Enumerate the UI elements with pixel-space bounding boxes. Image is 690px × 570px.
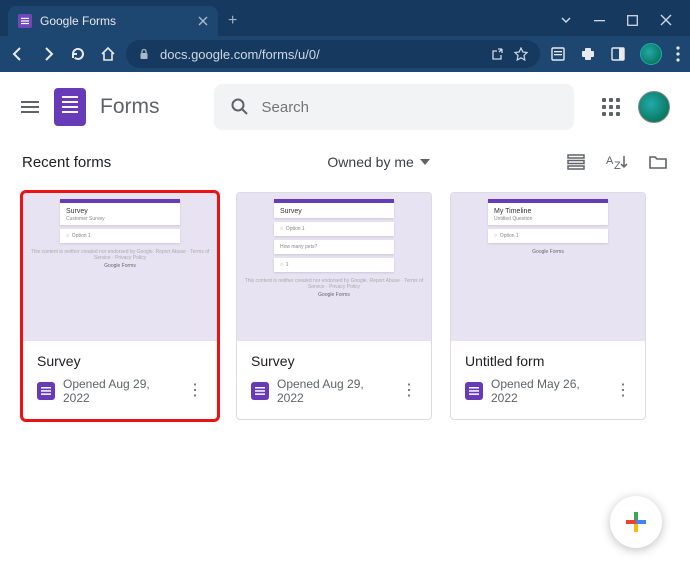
back-button[interactable] (10, 46, 26, 62)
card-menu-icon[interactable]: ⋮ (187, 384, 203, 398)
window-controls (560, 14, 690, 36)
profile-avatar[interactable] (640, 43, 662, 65)
share-icon[interactable] (490, 47, 504, 61)
close-window-icon[interactable] (660, 14, 672, 26)
maximize-icon[interactable] (627, 15, 638, 26)
browser-tab[interactable]: Google Forms (8, 6, 218, 36)
recent-forms-title: Recent forms (22, 154, 111, 171)
opened-date: Opened Aug 29, 2022 (277, 377, 393, 405)
app-header: Forms (0, 72, 690, 142)
forms-badge-icon (465, 382, 483, 400)
list-view-icon[interactable] (566, 152, 586, 172)
sort-icon[interactable]: AZ (606, 152, 628, 172)
folder-icon[interactable] (648, 152, 668, 172)
reader-icon[interactable] (550, 46, 566, 62)
forms-logo-icon (54, 88, 86, 126)
create-form-button[interactable] (610, 496, 662, 548)
form-title: Survey (251, 353, 417, 369)
card-menu-icon[interactable]: ⋮ (401, 384, 417, 398)
sidepanel-icon[interactable] (610, 46, 626, 62)
forms-favicon (18, 14, 32, 28)
svg-text:Z: Z (614, 160, 621, 172)
form-card[interactable]: My TimelineUntitled Question ○ Option 1 … (450, 192, 646, 420)
search-input[interactable] (262, 99, 558, 116)
card-menu-icon[interactable]: ⋮ (615, 384, 631, 398)
tab-title: Google Forms (40, 14, 116, 28)
chevron-down-icon[interactable] (560, 14, 572, 26)
owner-filter[interactable]: Owned by me (247, 154, 429, 170)
app-title: Forms (100, 95, 160, 119)
search-icon (230, 97, 250, 117)
menu-button[interactable] (20, 97, 40, 117)
home-button[interactable] (100, 46, 116, 62)
tab-close-icon[interactable] (198, 16, 208, 26)
owner-filter-label: Owned by me (327, 154, 413, 170)
search-bar[interactable] (214, 84, 574, 130)
reload-button[interactable] (70, 46, 86, 62)
recent-bar: Recent forms Owned by me AZ (0, 142, 690, 184)
address-bar[interactable]: docs.google.com/forms/u/0/ (126, 40, 540, 68)
form-card[interactable]: Survey ○ Option 1 How many pets? ○ 1 Thi… (236, 192, 432, 420)
forms-grid: SurveyCustomer Survey ○ Option 1 This co… (0, 184, 690, 428)
form-thumbnail: SurveyCustomer Survey ○ Option 1 This co… (23, 193, 217, 341)
minimize-icon[interactable] (594, 15, 605, 26)
extensions-icon[interactable] (580, 46, 596, 62)
svg-text:A: A (606, 155, 614, 167)
form-title: Survey (37, 353, 203, 369)
google-apps-icon[interactable] (602, 98, 620, 116)
forms-badge-icon (37, 382, 55, 400)
form-title: Untitled form (465, 353, 631, 369)
new-tab-button[interactable]: + (228, 12, 237, 36)
opened-date: Opened May 26, 2022 (491, 377, 607, 405)
url-text: docs.google.com/forms/u/0/ (160, 47, 480, 62)
dropdown-arrow-icon (420, 159, 430, 165)
kebab-menu-icon[interactable] (676, 46, 680, 62)
opened-date: Opened Aug 29, 2022 (63, 377, 179, 405)
forward-button[interactable] (40, 46, 56, 62)
browser-toolbar: docs.google.com/forms/u/0/ (0, 36, 690, 72)
browser-titlebar: Google Forms + (0, 0, 690, 36)
account-avatar[interactable] (638, 91, 670, 123)
form-thumbnail: My TimelineUntitled Question ○ Option 1 … (451, 193, 645, 341)
plus-icon (626, 512, 646, 532)
form-card[interactable]: SurveyCustomer Survey ○ Option 1 This co… (22, 192, 218, 420)
form-thumbnail: Survey ○ Option 1 How many pets? ○ 1 Thi… (237, 193, 431, 341)
lock-icon (138, 48, 150, 60)
star-icon[interactable] (514, 47, 528, 61)
forms-badge-icon (251, 382, 269, 400)
